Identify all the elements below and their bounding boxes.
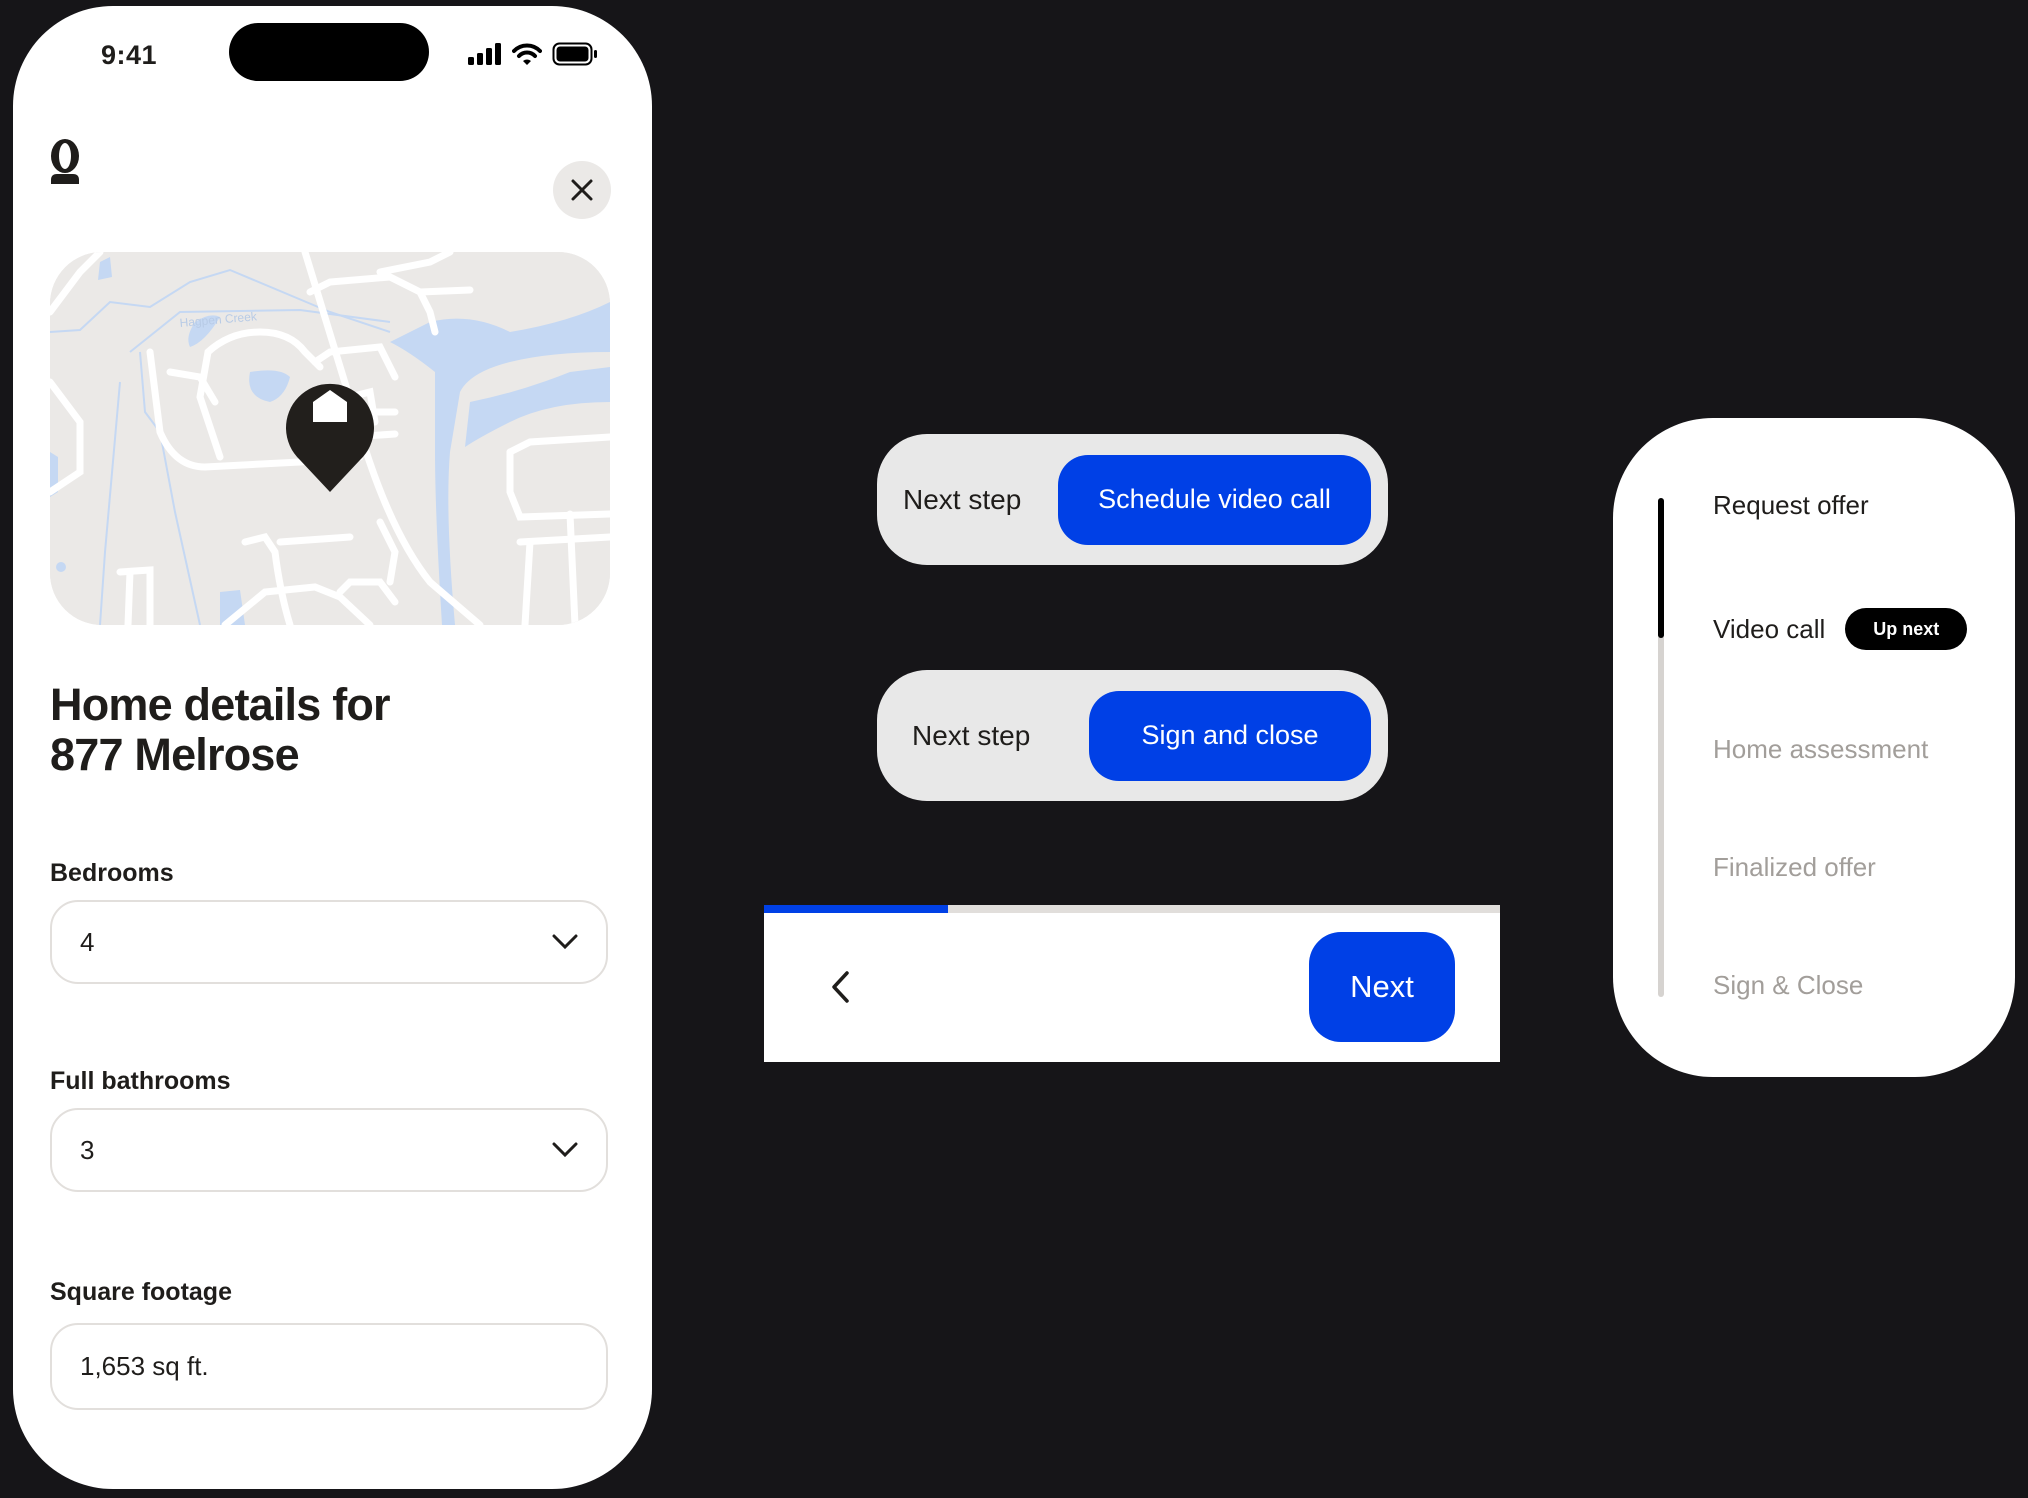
next-button[interactable]: Next — [1309, 932, 1455, 1042]
progress-fill — [764, 905, 948, 913]
square-footage-label: Square footage — [50, 1278, 232, 1306]
next-step-pill-video: Next step Schedule video call — [877, 434, 1388, 565]
up-next-badge: Up next — [1845, 608, 1968, 650]
phone-screen: 9:41 Hagpen Creek Home details for 877 M… — [13, 6, 652, 1489]
close-icon — [571, 179, 593, 201]
timeline-track-fill — [1658, 498, 1664, 638]
bottom-nav-bar: Next — [764, 905, 1500, 1062]
bathrooms-value: 3 — [80, 1134, 95, 1165]
close-button[interactable] — [553, 161, 611, 219]
page-title: Home details for 877 Melrose — [50, 679, 391, 780]
square-footage-input[interactable]: 1,653 sq ft. — [50, 1323, 608, 1410]
timeline-step-finalized-offer: Finalized offer — [1713, 852, 1876, 882]
chevron-left-icon — [832, 971, 849, 1003]
signal-icon — [468, 43, 501, 65]
timeline-step-sign-close: Sign & Close — [1713, 970, 1864, 1000]
bathrooms-select[interactable]: 3 — [50, 1108, 608, 1192]
status-icons — [468, 42, 598, 66]
battery-icon — [552, 42, 597, 66]
progress-bar — [764, 905, 1500, 913]
timeline-step-home-assessment: Home assessment — [1713, 734, 1929, 764]
timeline-track — [1658, 498, 1664, 997]
chevron-down-icon — [552, 1142, 578, 1158]
square-footage-value: 1,653 sq ft. — [80, 1351, 209, 1381]
chevron-down-icon — [552, 934, 578, 950]
bedrooms-label: Bedrooms — [50, 859, 174, 887]
next-step-pill-sign: Next step Sign and close — [877, 670, 1388, 801]
dynamic-island — [229, 23, 429, 81]
bathrooms-label: Full bathrooms — [50, 1067, 231, 1095]
brand-logo — [47, 138, 83, 195]
bedrooms-select[interactable]: 4 — [50, 900, 608, 984]
next-step-label: Next step — [903, 483, 1022, 515]
bedrooms-value: 4 — [80, 926, 95, 957]
schedule-video-call-button[interactable]: Schedule video call — [1058, 454, 1371, 545]
progress-timeline: Request offer Video call Up next Home ass… — [1613, 418, 2015, 1077]
status-time: 9:41 — [101, 40, 158, 70]
sign-and-close-button[interactable]: Sign and close — [1089, 690, 1371, 781]
back-button[interactable] — [820, 965, 860, 1009]
timeline-step-request-offer: Request offer — [1713, 490, 1869, 520]
next-step-label: Next step — [912, 719, 1031, 751]
wifi-icon — [512, 43, 542, 65]
property-map[interactable]: Hagpen Creek — [50, 252, 610, 625]
timeline-step-video-call: Video call Up next — [1713, 608, 1968, 650]
